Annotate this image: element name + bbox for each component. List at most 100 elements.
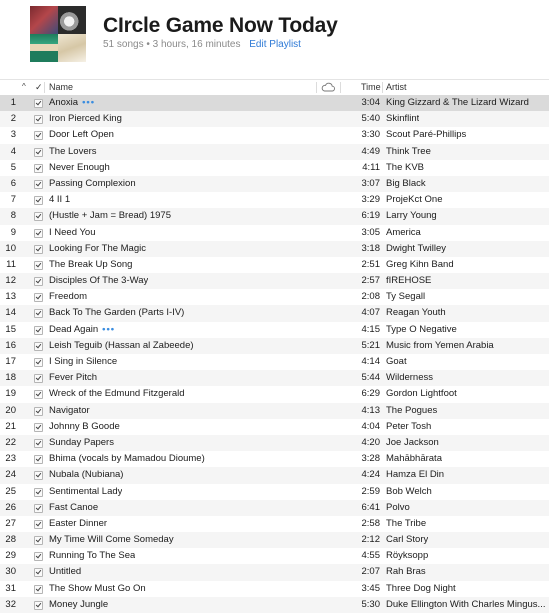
track-row[interactable]: 27 Easter Dinner 2:58 The Tribe xyxy=(0,516,549,532)
track-time: 3:18 xyxy=(361,242,381,254)
track-row[interactable]: 6 Passing Complexion 3:07 Big Black xyxy=(0,175,549,193)
track-checkbox[interactable] xyxy=(34,503,43,513)
track-checkbox[interactable] xyxy=(34,212,43,222)
more-options-icon[interactable]: ••• xyxy=(82,97,95,108)
name-column-header[interactable]: Name xyxy=(49,82,73,92)
track-artist: Larry Young xyxy=(386,210,437,222)
track-checkbox[interactable] xyxy=(34,115,43,125)
track-row[interactable]: 19 Wreck of the Edmund Fitzgerald 6:29 Gord… xyxy=(0,386,549,402)
track-row[interactable]: 21 Johnny B Goode 4:04 Peter Tosh xyxy=(0,419,549,435)
track-row[interactable]: 29 Running To The Sea 4:55 Röyksopp xyxy=(0,548,549,564)
track-checkbox[interactable] xyxy=(34,244,43,254)
track-artist: Greg Kihn Band xyxy=(386,258,454,270)
track-checkbox[interactable] xyxy=(34,99,43,108)
track-checkbox[interactable] xyxy=(34,390,43,400)
track-name: My Time Will Come Someday xyxy=(49,532,174,548)
track-name: The Lovers xyxy=(49,144,97,160)
track-row[interactable]: 28 My Time Will Come Someday 2:12 Carl Stor… xyxy=(0,532,549,549)
track-row[interactable]: 25 Sentimental Lady 2:59 Bob Welch xyxy=(0,484,549,500)
track-checkbox[interactable] xyxy=(34,422,43,432)
track-artist: The Pogues xyxy=(386,404,438,416)
track-row[interactable]: 13 Freedom 2:08 Ty Segall xyxy=(0,289,549,305)
track-name-text: Bhima (vocals by Mamadou Dioume) xyxy=(49,453,205,465)
sort-ascending-icon[interactable]: ^ xyxy=(22,82,26,91)
track-number: 12 xyxy=(5,275,16,287)
track-checkbox[interactable] xyxy=(34,325,43,335)
track-row[interactable]: 24 Nubala (Nubiana) 4:24 Hamza El Din xyxy=(0,467,549,484)
track-checkbox[interactable] xyxy=(34,147,43,157)
track-checkbox[interactable] xyxy=(34,471,43,481)
track-row[interactable]: 14 Back To The Garden (Parts I-IV) 4:07 Rea… xyxy=(0,305,549,322)
track-checkbox[interactable] xyxy=(34,196,43,206)
track-checkbox[interactable] xyxy=(34,600,43,610)
track-row[interactable]: 22 Sunday Papers 4:20 Joe Jackson xyxy=(0,434,549,452)
track-name-text: Looking For The Magic xyxy=(49,242,146,254)
track-row[interactable]: 20 Navigator 4:13 The Pogues xyxy=(0,402,549,419)
track-row[interactable]: 3 Door Left Open 3:30 Scout Paré-Phillips xyxy=(0,127,549,143)
track-checkbox[interactable] xyxy=(34,260,43,270)
track-name-text: Easter Dinner xyxy=(49,517,108,529)
track-checkbox[interactable] xyxy=(34,519,43,529)
cloud-icon[interactable] xyxy=(321,81,335,93)
track-checkbox[interactable] xyxy=(34,438,43,448)
track-name: Dead Again ••• xyxy=(49,322,115,338)
artist-column-header[interactable]: Artist xyxy=(386,82,407,92)
track-row[interactable]: 17 I Sing in Silence 4:14 Goat xyxy=(0,354,549,370)
track-checkbox[interactable] xyxy=(34,358,43,367)
time-column-header[interactable]: Time xyxy=(361,82,381,92)
track-time: 4:07 xyxy=(361,307,381,319)
playlist-artwork[interactable] xyxy=(30,6,86,62)
track-row[interactable]: 5 Never Enough 4:11 The KVB xyxy=(0,160,549,176)
track-checkbox[interactable] xyxy=(34,228,43,238)
track-checkbox[interactable] xyxy=(34,487,43,497)
track-row[interactable]: 18 Fever Pitch 5:44 Wilderness xyxy=(0,370,549,387)
playlist-header: CIrcle Game Now Today 51 songs • 3 hours… xyxy=(0,0,549,80)
track-checkbox[interactable] xyxy=(34,406,43,416)
column-separator[interactable] xyxy=(340,82,341,93)
track-checkbox[interactable] xyxy=(34,131,43,141)
track-number: 26 xyxy=(5,501,16,513)
track-checkbox[interactable] xyxy=(34,374,43,384)
track-row[interactable]: 8 (Hustle + Jam = Bread) 1975 6:19 Larry Yo… xyxy=(0,208,549,225)
edit-playlist-link[interactable]: Edit Playlist xyxy=(249,39,301,50)
track-name-text: Dead Again xyxy=(49,323,99,335)
track-artist: Gordon Lightfoot xyxy=(386,388,457,400)
track-row[interactable]: 26 Fast Canoe 6:41 Polvo xyxy=(0,499,549,516)
track-row[interactable]: 31 The Show Must Go On 3:45 Three Dog Night xyxy=(0,581,549,597)
track-row[interactable]: 7 4 II 1 3:29 ProjeKct One xyxy=(0,192,549,208)
track-row[interactable]: 16 Leish Teguib (Hassan al Zabeede) 5:21 Mu… xyxy=(0,337,549,354)
track-checkbox[interactable] xyxy=(34,455,43,465)
track-checkbox[interactable] xyxy=(34,309,43,319)
track-checkbox[interactable] xyxy=(34,568,43,578)
track-row[interactable]: 1 Anoxia ••• 3:04 King Gizzard & The Lizard … xyxy=(0,95,549,112)
track-row[interactable]: 23 Bhima (vocals by Mamadou Dioume) 3:28 Ma… xyxy=(0,451,549,467)
track-row[interactable]: 12 Disciples Of The 3-Way 2:57 fIREHOSE xyxy=(0,273,549,290)
track-checkbox[interactable] xyxy=(34,163,43,173)
more-options-icon[interactable]: ••• xyxy=(102,324,115,335)
track-artist: Music from Yemen Arabia xyxy=(386,339,494,351)
track-checkbox[interactable] xyxy=(34,584,43,594)
track-row[interactable]: 30 Untitled 2:07 Rah Bras xyxy=(0,564,549,581)
track-checkbox[interactable] xyxy=(34,277,43,287)
track-row[interactable]: 32 Money Jungle 5:30 Duke Ellington With Ch… xyxy=(0,596,549,613)
track-row[interactable]: 2 Iron Pierced King 5:40 Skinflint xyxy=(0,111,549,128)
column-separator[interactable] xyxy=(382,82,383,93)
track-time: 4:04 xyxy=(361,420,381,432)
track-checkbox[interactable] xyxy=(34,179,43,189)
track-checkbox[interactable] xyxy=(34,552,43,562)
track-row[interactable]: 9 I Need You 3:05 America xyxy=(0,225,549,241)
check-column-header[interactable]: ✓ xyxy=(35,82,43,93)
track-time: 2:57 xyxy=(361,275,381,287)
track-row[interactable]: 11 The Break Up Song 2:51 Greg Kihn Band xyxy=(0,257,549,273)
track-checkbox[interactable] xyxy=(34,341,43,351)
track-checkbox[interactable] xyxy=(34,293,43,303)
track-row[interactable]: 4 The Lovers 4:49 Think Tree xyxy=(0,143,549,160)
track-artist: Think Tree xyxy=(386,145,431,157)
track-checkbox[interactable] xyxy=(34,536,43,546)
column-separator[interactable] xyxy=(44,82,45,93)
track-time: 3:30 xyxy=(361,129,381,141)
track-row[interactable]: 10 Looking For The Magic 3:18 Dwight Twille… xyxy=(0,240,549,257)
track-row[interactable]: 15 Dead Again ••• 4:15 Type O Negative xyxy=(0,322,549,338)
track-name: Nubala (Nubiana) xyxy=(49,467,123,483)
column-separator[interactable] xyxy=(316,82,317,93)
